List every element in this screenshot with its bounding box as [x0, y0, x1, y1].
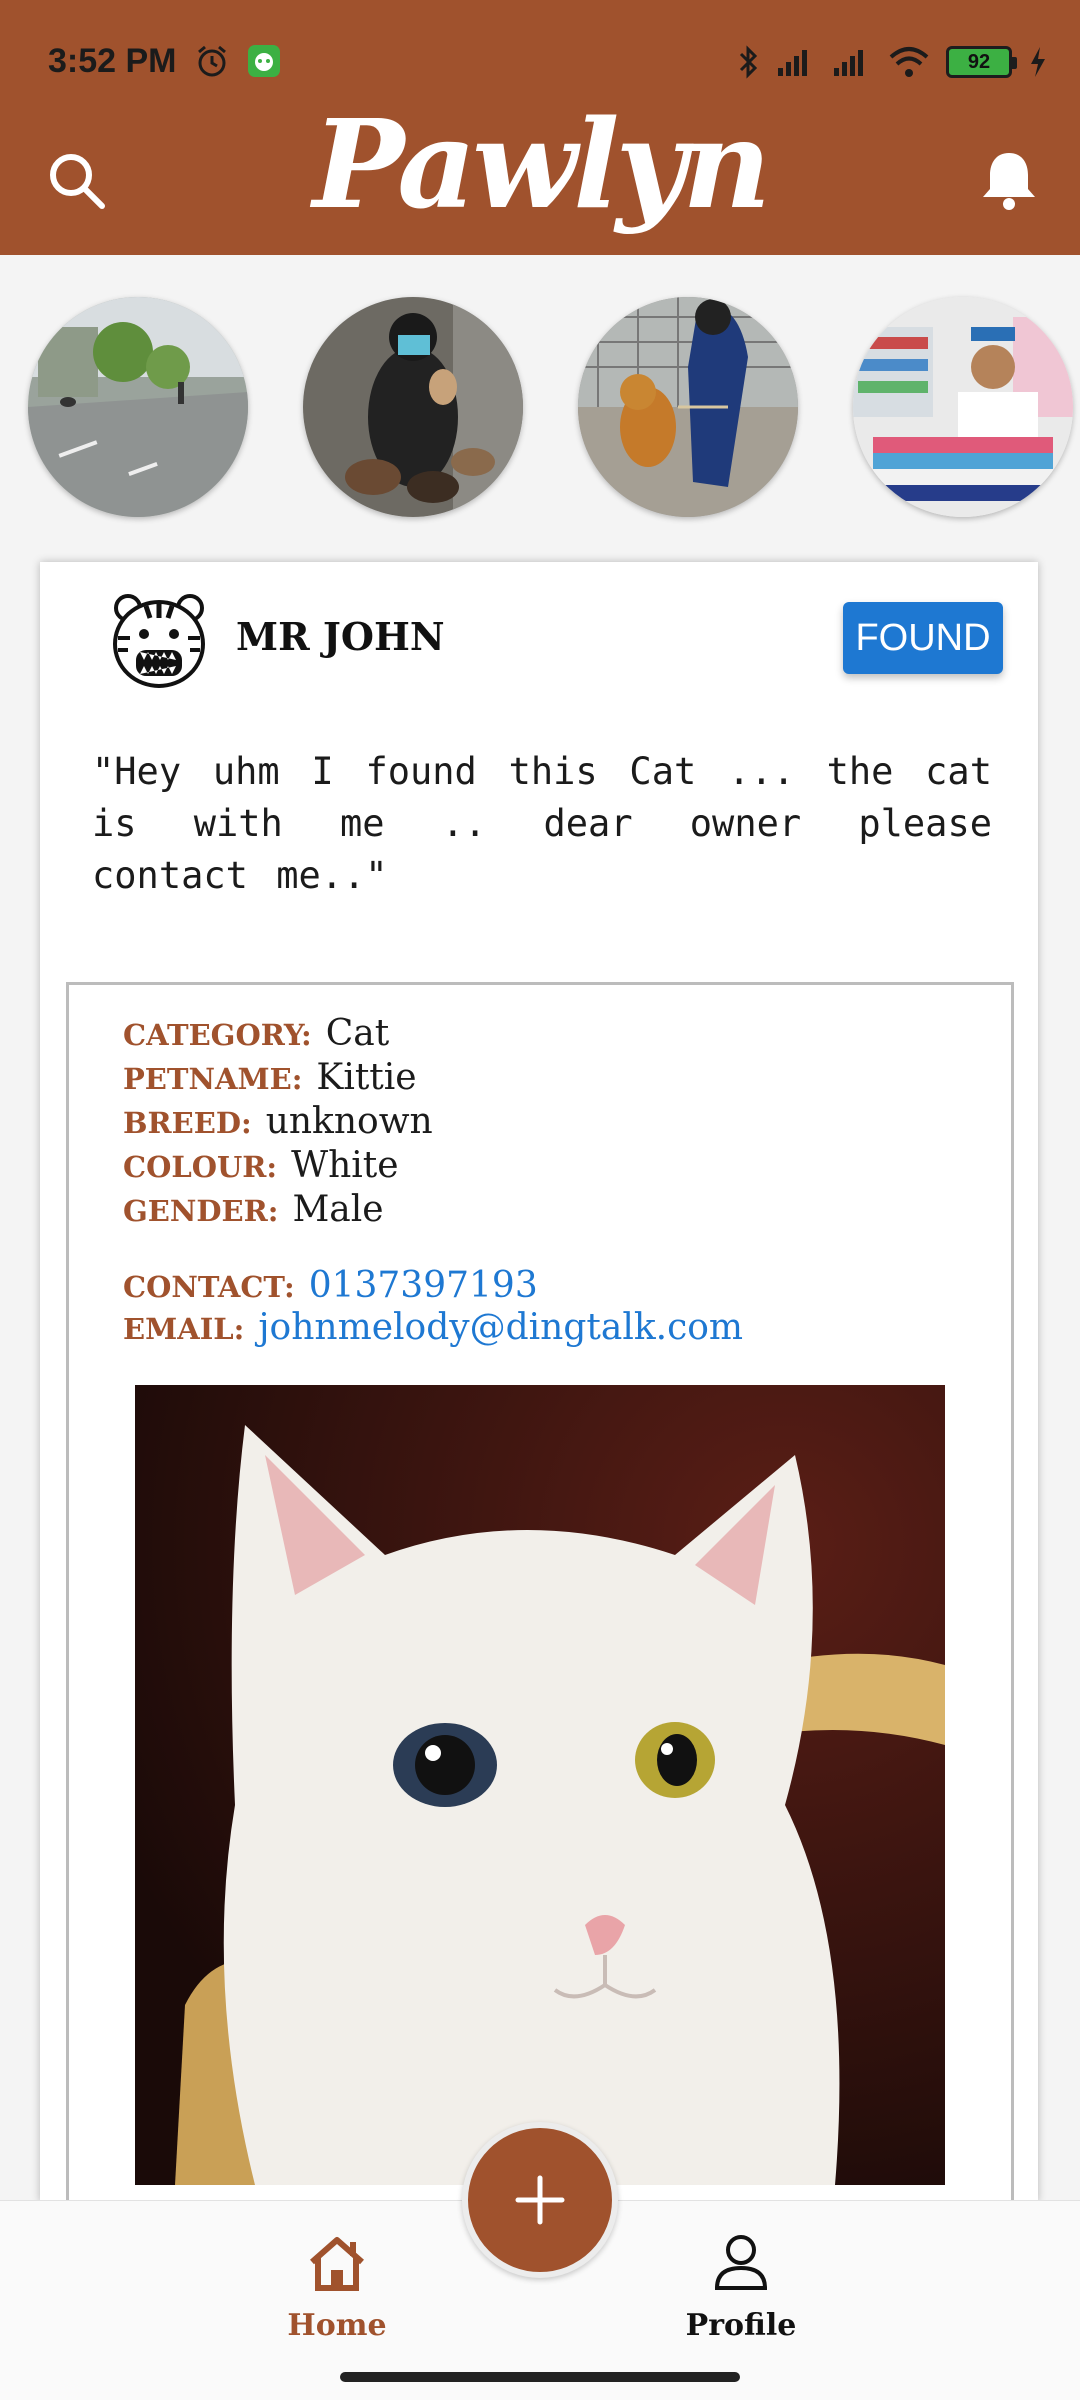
tiger-avatar-icon[interactable]: [106, 588, 212, 694]
home-icon: [310, 2237, 364, 2291]
story-pet-shop[interactable]: [853, 297, 1073, 517]
alarm-icon: [198, 45, 226, 77]
story-street-dogs[interactable]: [28, 297, 248, 517]
app-header: 3:52 PM 92 Pawlyn: [0, 0, 1080, 255]
status-time: 3:52 PM: [48, 42, 177, 80]
detail-value: Cat: [325, 1013, 390, 1054]
contact-list: CONTACT: 0137397193 EMAIL: johnmelody@di…: [123, 1265, 743, 1349]
post-card: MR JOHN FOUND "Hey uhm I found this Cat …: [40, 562, 1038, 2222]
post-text: "Hey uhm I found this Cat ... the cat is…: [92, 750, 992, 897]
pet-details-list: CATEGORY: Cat PETNAME: Kittie BREED: unk…: [123, 1013, 433, 1233]
detail-value: White: [291, 1145, 399, 1186]
detail-petname: PETNAME: Kittie: [123, 1057, 433, 1101]
charging-icon: [1031, 47, 1045, 77]
battery-level: 92: [967, 50, 991, 73]
detail-colour: COLOUR: White: [123, 1145, 433, 1189]
contact-phone-link[interactable]: 0137397193: [309, 1265, 538, 1306]
email-label: EMAIL:: [123, 1312, 245, 1346]
contact-email-row: EMAIL: johnmelody@dingtalk.com: [123, 1307, 743, 1349]
gesture-home-bar[interactable]: [340, 2372, 740, 2382]
detail-label: GENDER:: [123, 1194, 279, 1228]
story-dog-walking[interactable]: [578, 297, 798, 517]
detail-value: unknown: [265, 1101, 433, 1142]
profile-icon: [714, 2235, 768, 2290]
nav-home[interactable]: Home: [257, 2232, 417, 2343]
stories-row: [0, 255, 1080, 560]
detail-category: CATEGORY: Cat: [123, 1013, 433, 1057]
signal-icon: [778, 50, 807, 76]
nav-profile-label: Profile: [685, 2308, 797, 2343]
detail-breed: BREED: unknown: [123, 1101, 433, 1145]
contact-email-link[interactable]: johnmelody@dingtalk.com: [258, 1307, 743, 1348]
wifi-icon: [889, 47, 929, 77]
add-post-button[interactable]: [462, 2122, 618, 2278]
detail-label: BREED:: [123, 1106, 252, 1140]
nav-home-label: Home: [287, 2308, 387, 2343]
plus-icon: [515, 2175, 565, 2225]
signal-icon: [834, 50, 863, 76]
battery-icon: 92: [946, 46, 1017, 78]
nav-profile[interactable]: Profile: [661, 2232, 821, 2343]
detail-label: CATEGORY:: [123, 1018, 312, 1052]
detail-value: Kittie: [316, 1057, 417, 1098]
detail-label: PETNAME:: [123, 1062, 303, 1096]
bell-icon[interactable]: [974, 145, 1044, 215]
bluetooth-icon: [739, 45, 758, 79]
found-button[interactable]: FOUND: [843, 602, 1003, 674]
pet-details-box: CATEGORY: Cat PETNAME: Kittie BREED: unk…: [66, 982, 1014, 2222]
detail-gender: GENDER: Male: [123, 1189, 433, 1233]
contact-phone-row: CONTACT: 0137397193: [123, 1265, 743, 1307]
detail-label: COLOUR:: [123, 1150, 278, 1184]
app-logo: Pawlyn: [312, 92, 771, 236]
story-cat-feeding[interactable]: [303, 297, 523, 517]
pet-photo[interactable]: [135, 1385, 945, 2185]
detail-value: Male: [292, 1189, 384, 1230]
app-notification-icon: [248, 45, 280, 77]
contact-label: CONTACT:: [123, 1270, 295, 1304]
post-username[interactable]: MR JOHN: [236, 614, 445, 659]
